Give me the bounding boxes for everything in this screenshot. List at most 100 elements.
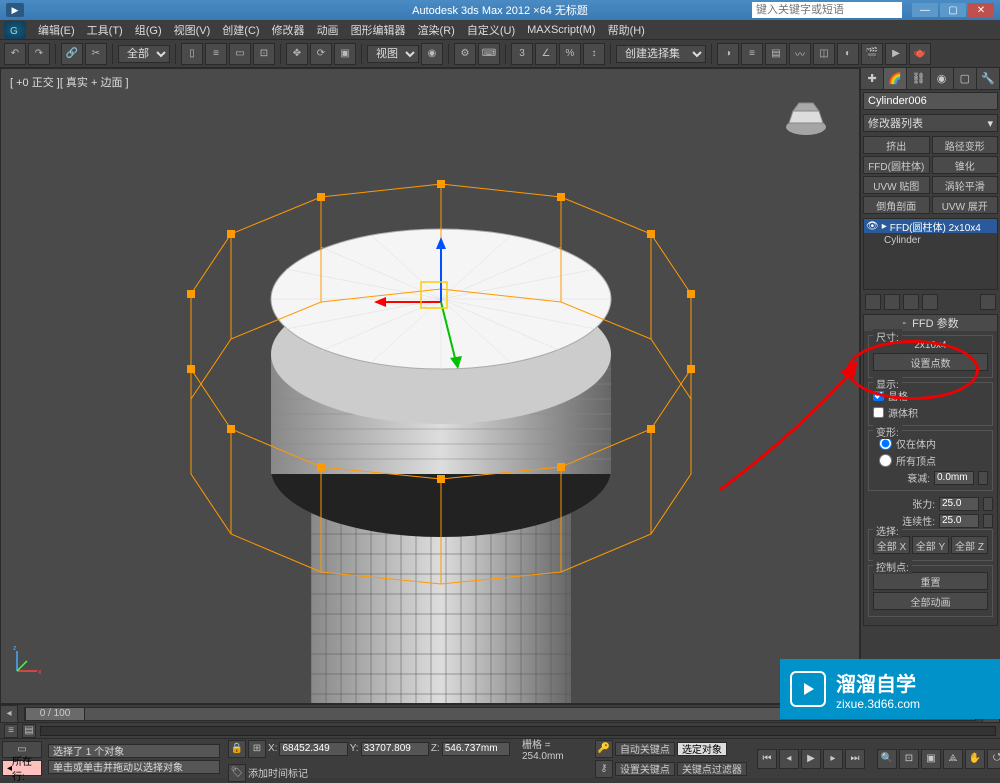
trackbar-track[interactable]: [40, 726, 996, 736]
align-button[interactable]: ≡: [741, 43, 763, 65]
minimize-button[interactable]: —: [912, 3, 938, 17]
select-by-name-button[interactable]: ≡: [205, 43, 227, 65]
link-button[interactable]: 🔗: [61, 43, 83, 65]
percent-snap-button[interactable]: %: [559, 43, 581, 65]
select-object-button[interactable]: ▯: [181, 43, 203, 65]
material-editor-button[interactable]: ◐: [837, 43, 859, 65]
pan-button[interactable]: ✋: [965, 749, 985, 769]
tab-display[interactable]: ▢: [954, 68, 977, 89]
maximize-button[interactable]: ▢: [940, 3, 966, 17]
orbit-button[interactable]: ⭯: [987, 749, 1000, 769]
spinner-arrows[interactable]: [983, 514, 993, 528]
lattice-checkbox[interactable]: [873, 390, 884, 401]
source-checkbox[interactable]: [873, 407, 884, 418]
trackbar-config-button[interactable]: ≡: [4, 724, 18, 738]
mod-turbosmooth-button[interactable]: 涡轮平滑: [932, 176, 999, 194]
tab-hierarchy[interactable]: ⛓: [907, 68, 930, 89]
set-points-button[interactable]: 设置点数: [873, 353, 988, 371]
all-y-button[interactable]: 全部 Y: [912, 536, 949, 554]
modifier-stack[interactable]: 👁 ▸ FFD(圆柱体) 2x10x4 Cylinder: [863, 218, 998, 290]
refcoord-dropdown[interactable]: 视图: [367, 45, 419, 63]
spinner-arrows[interactable]: [978, 471, 988, 485]
mod-uvwmap-button[interactable]: UVW 贴图: [863, 176, 930, 194]
mod-taper-button[interactable]: 锥化: [932, 156, 999, 174]
selection-filter[interactable]: 全部: [118, 45, 170, 63]
keyboard-shortcut-button[interactable]: ⌨: [478, 43, 500, 65]
menu-maxscript[interactable]: MAXScript(M): [521, 20, 601, 39]
window-crossing-button[interactable]: ⊡: [253, 43, 275, 65]
remove-modifier-button[interactable]: [922, 294, 938, 310]
all-verts-radio[interactable]: [879, 454, 892, 467]
tab-create[interactable]: ✚: [861, 68, 884, 89]
viewport-label[interactable]: [ +0 正交 ][ 真实 + 边面 ]: [10, 74, 129, 90]
zoom-button[interactable]: 🔍: [877, 749, 897, 769]
curve-editor-button[interactable]: 〰: [789, 43, 811, 65]
time-tag-icon[interactable]: 🏷: [228, 764, 246, 782]
setkey-icon[interactable]: 🔑: [595, 740, 613, 758]
trackbar-filter-button[interactable]: ▤: [22, 724, 36, 738]
layers-button[interactable]: ▤: [765, 43, 787, 65]
menu-grapheditors[interactable]: 图形编辑器: [345, 20, 412, 39]
select-move-button[interactable]: ✥: [286, 43, 308, 65]
redo-button[interactable]: ↷: [28, 43, 50, 65]
menu-help[interactable]: 帮助(H): [602, 20, 651, 39]
menu-rendering[interactable]: 渲染(R): [412, 20, 461, 39]
spinner-arrows[interactable]: [983, 497, 993, 511]
modstack-expand-icon[interactable]: ▸: [882, 221, 887, 232]
tab-utilities[interactable]: 🔧: [977, 68, 1000, 89]
viewcube[interactable]: [783, 97, 829, 137]
play-button[interactable]: ▶: [801, 749, 821, 769]
menu-modifiers[interactable]: 修改器: [266, 20, 311, 39]
fov-button[interactable]: ⟁: [943, 749, 963, 769]
show-end-result-button[interactable]: [884, 294, 900, 310]
menu-views[interactable]: 视图(V): [168, 20, 217, 39]
modstack-row-cylinder[interactable]: Cylinder: [864, 233, 997, 247]
zoom-all-button[interactable]: ⊡: [899, 749, 919, 769]
named-selection-set[interactable]: 创建选择集: [616, 45, 706, 63]
menu-tools[interactable]: 工具(T): [81, 20, 129, 39]
pivot-center-button[interactable]: ◉: [421, 43, 443, 65]
timeline-left-button[interactable]: ◂: [0, 705, 18, 723]
select-scale-button[interactable]: ▣: [334, 43, 356, 65]
mod-pathdeform-button[interactable]: 路径变形: [932, 136, 999, 154]
animate-all-button[interactable]: 全部动画: [873, 592, 988, 610]
undo-button[interactable]: ↶: [4, 43, 26, 65]
next-frame-button[interactable]: ▸: [823, 749, 843, 769]
modstack-row-ffd[interactable]: 👁 ▸ FFD(圆柱体) 2x10x4: [864, 219, 997, 233]
all-x-button[interactable]: 全部 X: [873, 536, 910, 554]
object-name-field[interactable]: Cylinder006: [863, 92, 998, 110]
all-z-button[interactable]: 全部 Z: [951, 536, 988, 554]
coord-x[interactable]: 68452.349: [279, 742, 347, 756]
zoom-extents-button[interactable]: ▣: [921, 749, 941, 769]
lock-icon[interactable]: 🔒: [228, 740, 246, 758]
prev-frame-button[interactable]: ◂: [779, 749, 799, 769]
menu-group[interactable]: 组(G): [129, 20, 168, 39]
snap-toggle-button[interactable]: 3: [511, 43, 533, 65]
continuity-spinner[interactable]: [939, 514, 979, 528]
viewport[interactable]: zx: [0, 68, 860, 704]
modifier-list-dropdown[interactable]: 修改器列表▾: [863, 114, 998, 132]
angle-snap-button[interactable]: ∠: [535, 43, 557, 65]
tension-spinner[interactable]: [939, 497, 979, 511]
all-verts-radio-row[interactable]: 所有顶点: [873, 452, 988, 469]
close-button[interactable]: ✕: [968, 3, 994, 17]
mirror-button[interactable]: ◑: [717, 43, 739, 65]
render-setup-button[interactable]: 🎬: [861, 43, 883, 65]
menu-customize[interactable]: 自定义(U): [461, 20, 521, 39]
menu-create[interactable]: 创建(C): [216, 20, 265, 39]
mod-extrude-button[interactable]: 挤出: [863, 136, 930, 154]
falloff-spinner[interactable]: [934, 471, 974, 485]
make-unique-button[interactable]: [903, 294, 919, 310]
time-knob[interactable]: 0 / 100: [25, 707, 85, 721]
menu-edit[interactable]: 编辑(E): [32, 20, 81, 39]
menu-animation[interactable]: 动画: [311, 20, 345, 39]
source-checkbox-row[interactable]: 源体积: [873, 404, 988, 421]
spinner-snap-button[interactable]: ↕: [583, 43, 605, 65]
coord-z[interactable]: 546.737mm: [442, 742, 510, 756]
select-region-button[interactable]: ▭: [229, 43, 251, 65]
mod-ffdcyl-button[interactable]: FFD(圆柱体): [863, 156, 930, 174]
app-menu-icon[interactable]: G: [4, 21, 26, 39]
goto-start-button[interactable]: ⏮: [757, 749, 777, 769]
coord-y[interactable]: 33707.809: [361, 742, 429, 756]
selected-label[interactable]: 选定对象: [677, 742, 727, 756]
